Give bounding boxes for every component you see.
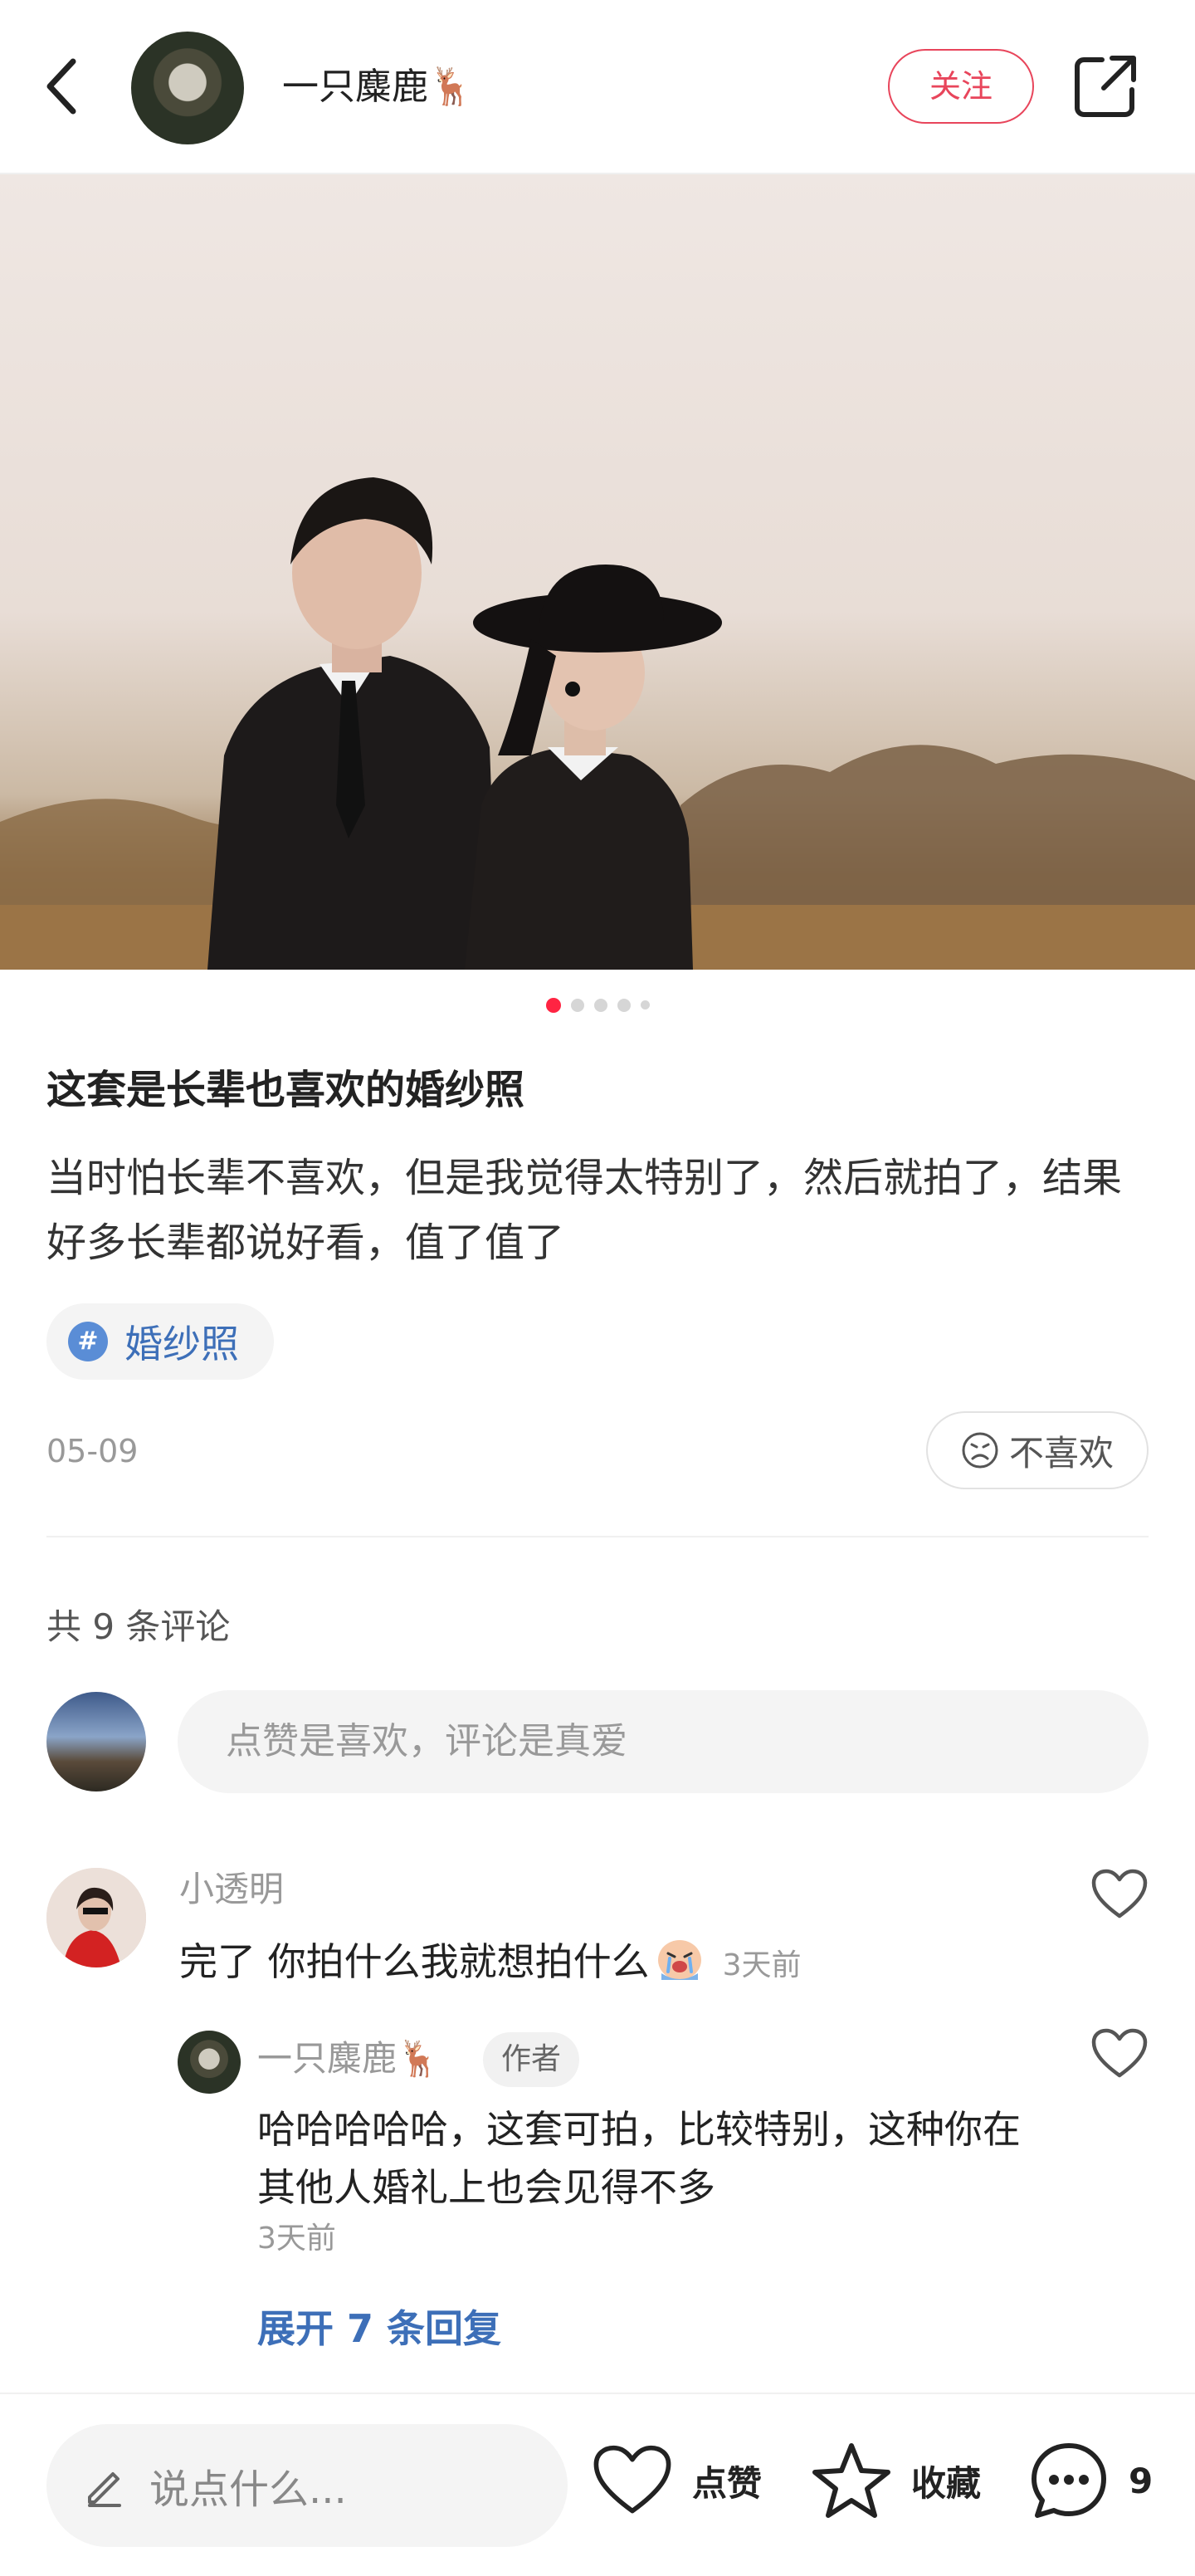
dislike-button[interactable]: 不喜欢 bbox=[926, 1411, 1149, 1489]
wedding-photo-illustration bbox=[0, 477, 1195, 970]
expand-replies-link[interactable]: 展开 7 条回复 bbox=[257, 2300, 501, 2358]
commenter-avatar[interactable] bbox=[46, 1868, 146, 1967]
crying-emoji-icon bbox=[657, 1940, 701, 1980]
topic-tag-label: 婚纱照 bbox=[124, 1322, 239, 1366]
frown-face-icon bbox=[962, 1432, 998, 1469]
say-something-input[interactable]: 说点什么... bbox=[46, 2424, 568, 2547]
comment-input[interactable]: 点赞是喜欢，评论是真爱 bbox=[178, 1690, 1149, 1793]
current-user-avatar bbox=[46, 1692, 146, 1791]
commenter-name[interactable]: 小透明 bbox=[179, 1865, 284, 1914]
author-badge: 作者 bbox=[483, 2032, 580, 2087]
carousel-dot-active[interactable] bbox=[545, 997, 561, 1013]
post-title: 这套是长辈也喜欢的婚纱照 bbox=[46, 1067, 525, 1113]
comment-count: 共 9 条评论 bbox=[46, 1606, 231, 1647]
top-bar: 一只麋鹿🦌 关注 bbox=[0, 0, 1195, 174]
pencil-icon bbox=[88, 2472, 121, 2507]
author-avatar[interactable] bbox=[131, 32, 244, 144]
collect-label: 收藏 bbox=[911, 2462, 982, 2504]
back-arrow-icon[interactable] bbox=[40, 55, 90, 118]
share-icon[interactable] bbox=[1072, 53, 1139, 120]
post-content: 当时怕长辈不喜欢，但是我觉得太特别了，然后就拍了，结果好多长辈都说好看，值了值了 bbox=[46, 1155, 1123, 1266]
comment-time: 3天前 bbox=[722, 1948, 802, 1982]
comment-text: 完了 你拍什么我就想拍什么 3天前 bbox=[179, 1933, 802, 1995]
post-photo[interactable] bbox=[0, 174, 1195, 970]
commenter-avatar-image bbox=[46, 1868, 146, 1967]
like-reply-heart-icon[interactable] bbox=[1090, 2027, 1149, 2080]
author-name[interactable]: 一只麋鹿🦌 bbox=[282, 58, 474, 116]
like-button[interactable]: 点赞 bbox=[591, 2431, 762, 2530]
reply-time: 3天前 bbox=[257, 2222, 336, 2256]
follow-button[interactable]: 关注 bbox=[888, 49, 1034, 124]
comment-button[interactable]: 9 bbox=[1027, 2431, 1153, 2530]
say-something-placeholder: 说点什么... bbox=[149, 2466, 347, 2513]
carousel-dot[interactable] bbox=[640, 1000, 650, 1009]
heart-icon bbox=[593, 2445, 671, 2514]
hashtag-icon: # bbox=[68, 1322, 108, 1361]
dislike-label: 不喜欢 bbox=[1008, 1432, 1114, 1474]
reply-author-name[interactable]: 一只麋鹿🦌 bbox=[257, 2034, 440, 2084]
topic-tag[interactable]: # 婚纱照 bbox=[46, 1303, 274, 1380]
divider bbox=[46, 1536, 1149, 1537]
like-label: 点赞 bbox=[692, 2462, 763, 2504]
star-icon bbox=[812, 2443, 890, 2518]
reply-text: 哈哈哈哈哈，这套可拍，比较特别，这种你在其他人婚礼上也会见得不多 bbox=[257, 2107, 1021, 2210]
post-date: 05-09 bbox=[46, 1433, 139, 1469]
carousel-dot[interactable] bbox=[593, 998, 607, 1012]
bottom-action-bar: 说点什么... 点赞 收藏 9 bbox=[0, 2393, 1195, 2576]
carousel-indicator bbox=[0, 996, 1195, 1016]
carousel-dot[interactable] bbox=[617, 998, 631, 1012]
comment-body: 完了 你拍什么我就想拍什么 bbox=[179, 1939, 650, 1984]
carousel-dot[interactable] bbox=[570, 998, 584, 1012]
like-comment-heart-icon[interactable] bbox=[1090, 1868, 1149, 1921]
reply-author-avatar[interactable] bbox=[178, 2031, 241, 2094]
comment-count-label: 9 bbox=[1129, 2460, 1154, 2501]
collect-button[interactable]: 收藏 bbox=[810, 2431, 981, 2530]
chat-bubble-icon bbox=[1032, 2443, 1106, 2518]
